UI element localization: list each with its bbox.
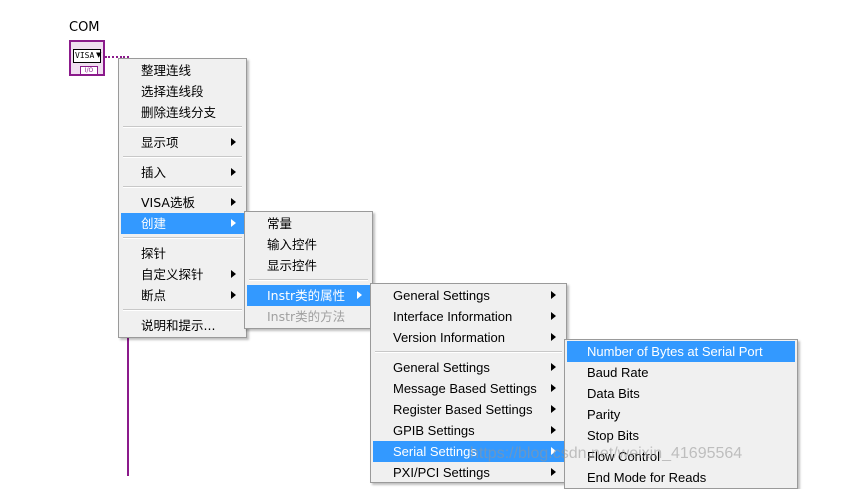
menu-item-stop-bits[interactable]: Stop Bits bbox=[567, 425, 795, 446]
submenu-arrow-icon bbox=[551, 384, 556, 392]
menu-item-custom-probe[interactable]: 自定义探针 bbox=[121, 264, 244, 285]
menu-item-constant[interactable]: 常量 bbox=[247, 213, 370, 234]
menu-separator bbox=[123, 126, 242, 128]
io-badge: I/O bbox=[80, 66, 98, 75]
menu-item-gpib-settings[interactable]: GPIB Settings bbox=[373, 420, 564, 441]
menu-item-select-wire-segment[interactable]: 选择连线段 bbox=[121, 81, 244, 102]
menu-item-clean-wire[interactable]: 整理连线 bbox=[121, 60, 244, 81]
menu-item-pxi-pci-settings[interactable]: PXI/PCI Settings bbox=[373, 462, 564, 483]
menu-item-label: Message Based Settings bbox=[393, 381, 537, 396]
submenu-arrow-icon bbox=[551, 468, 556, 476]
submenu-arrow-icon bbox=[231, 138, 236, 146]
submenu-arrow-icon bbox=[231, 219, 236, 227]
menu-item-create[interactable]: 创建 bbox=[121, 213, 244, 234]
submenu-arrow-icon bbox=[551, 291, 556, 299]
submenu-arrow-icon bbox=[231, 270, 236, 278]
context-menu-property-classes: General Settings Interface Information V… bbox=[370, 283, 567, 483]
menu-item-breakpoint[interactable]: 断点 bbox=[121, 285, 244, 306]
menu-item-label: Interface Information bbox=[393, 309, 513, 324]
submenu-arrow-icon bbox=[551, 447, 556, 455]
context-menu-create: 常量 输入控件 显示控件 Instr类的属性 Instr类的方法 bbox=[244, 211, 373, 329]
menu-item-label: 断点 bbox=[141, 288, 167, 303]
menu-item-message-based-settings[interactable]: Message Based Settings bbox=[373, 378, 564, 399]
menu-item-label: Serial Settings bbox=[393, 444, 477, 459]
menu-item-visa-palette[interactable]: VISA选板 bbox=[121, 192, 244, 213]
menu-item-label: PXI/PCI Settings bbox=[393, 465, 490, 480]
menu-separator bbox=[375, 351, 562, 353]
menu-item-flow-control[interactable]: Flow Control bbox=[567, 446, 795, 467]
menu-item-version-information[interactable]: Version Information bbox=[373, 327, 564, 348]
submenu-arrow-icon bbox=[231, 291, 236, 299]
menu-item-label: Register Based Settings bbox=[393, 402, 533, 417]
menu-item-description-and-tip[interactable]: 说明和提示... bbox=[121, 315, 244, 336]
submenu-arrow-icon bbox=[231, 168, 236, 176]
menu-item-label: 自定义探针 bbox=[141, 267, 204, 282]
submenu-arrow-icon bbox=[551, 363, 556, 371]
submenu-arrow-icon bbox=[231, 198, 236, 206]
menu-item-general-settings-2[interactable]: General Settings bbox=[373, 357, 564, 378]
menu-item-baud-rate[interactable]: Baud Rate bbox=[567, 362, 795, 383]
menu-separator bbox=[123, 186, 242, 188]
menu-item-instr-property[interactable]: Instr类的属性 bbox=[247, 285, 370, 306]
menu-item-interface-information[interactable]: Interface Information bbox=[373, 306, 564, 327]
menu-item-label: 插入 bbox=[141, 165, 167, 180]
menu-item-serial-settings[interactable]: Serial Settings bbox=[373, 441, 564, 462]
menu-item-delete-wire-branch[interactable]: 删除连线分支 bbox=[121, 102, 244, 123]
menu-item-bytes-at-serial-port[interactable]: Number of Bytes at Serial Port bbox=[567, 341, 795, 362]
menu-item-label: Version Information bbox=[393, 330, 506, 345]
menu-item-label: 创建 bbox=[141, 216, 167, 231]
dropdown-arrow-icon: ▼ bbox=[96, 51, 102, 59]
menu-item-visible-items[interactable]: 显示项 bbox=[121, 132, 244, 153]
menu-item-probe[interactable]: 探针 bbox=[121, 243, 244, 264]
menu-item-data-bits[interactable]: Data Bits bbox=[567, 383, 795, 404]
menu-item-label: GPIB Settings bbox=[393, 423, 475, 438]
menu-item-label: 显示项 bbox=[141, 135, 179, 150]
submenu-arrow-icon bbox=[551, 333, 556, 341]
submenu-arrow-icon bbox=[551, 312, 556, 320]
menu-item-label: Instr类的属性 bbox=[267, 288, 346, 303]
visa-resource-terminal[interactable]: VISA ▼ I/O bbox=[69, 40, 105, 76]
menu-item-parity[interactable]: Parity bbox=[567, 404, 795, 425]
context-menu-main: 整理连线 选择连线段 删除连线分支 显示项 插入 VISA选板 创建 探针 自定… bbox=[118, 58, 247, 338]
submenu-arrow-icon bbox=[357, 291, 362, 299]
menu-separator bbox=[123, 156, 242, 158]
menu-item-general-settings[interactable]: General Settings bbox=[373, 285, 564, 306]
menu-item-indicator[interactable]: 显示控件 bbox=[247, 255, 370, 276]
menu-item-insert[interactable]: 插入 bbox=[121, 162, 244, 183]
submenu-arrow-icon bbox=[551, 426, 556, 434]
menu-separator bbox=[249, 279, 368, 281]
menu-item-label: VISA选板 bbox=[141, 195, 195, 210]
menu-item-instr-method: Instr类的方法 bbox=[267, 309, 346, 324]
context-menu-serial-settings: Number of Bytes at Serial Port Baud Rate… bbox=[564, 339, 798, 489]
menu-item-label: General Settings bbox=[393, 288, 490, 303]
terminal-label: COM bbox=[69, 20, 100, 35]
menu-item-control[interactable]: 输入控件 bbox=[247, 234, 370, 255]
menu-separator bbox=[123, 309, 242, 311]
submenu-arrow-icon bbox=[551, 405, 556, 413]
menu-separator bbox=[123, 237, 242, 239]
menu-item-label: General Settings bbox=[393, 360, 490, 375]
menu-item-end-mode-for-reads[interactable]: End Mode for Reads bbox=[567, 467, 795, 488]
menu-item-register-based-settings[interactable]: Register Based Settings bbox=[373, 399, 564, 420]
